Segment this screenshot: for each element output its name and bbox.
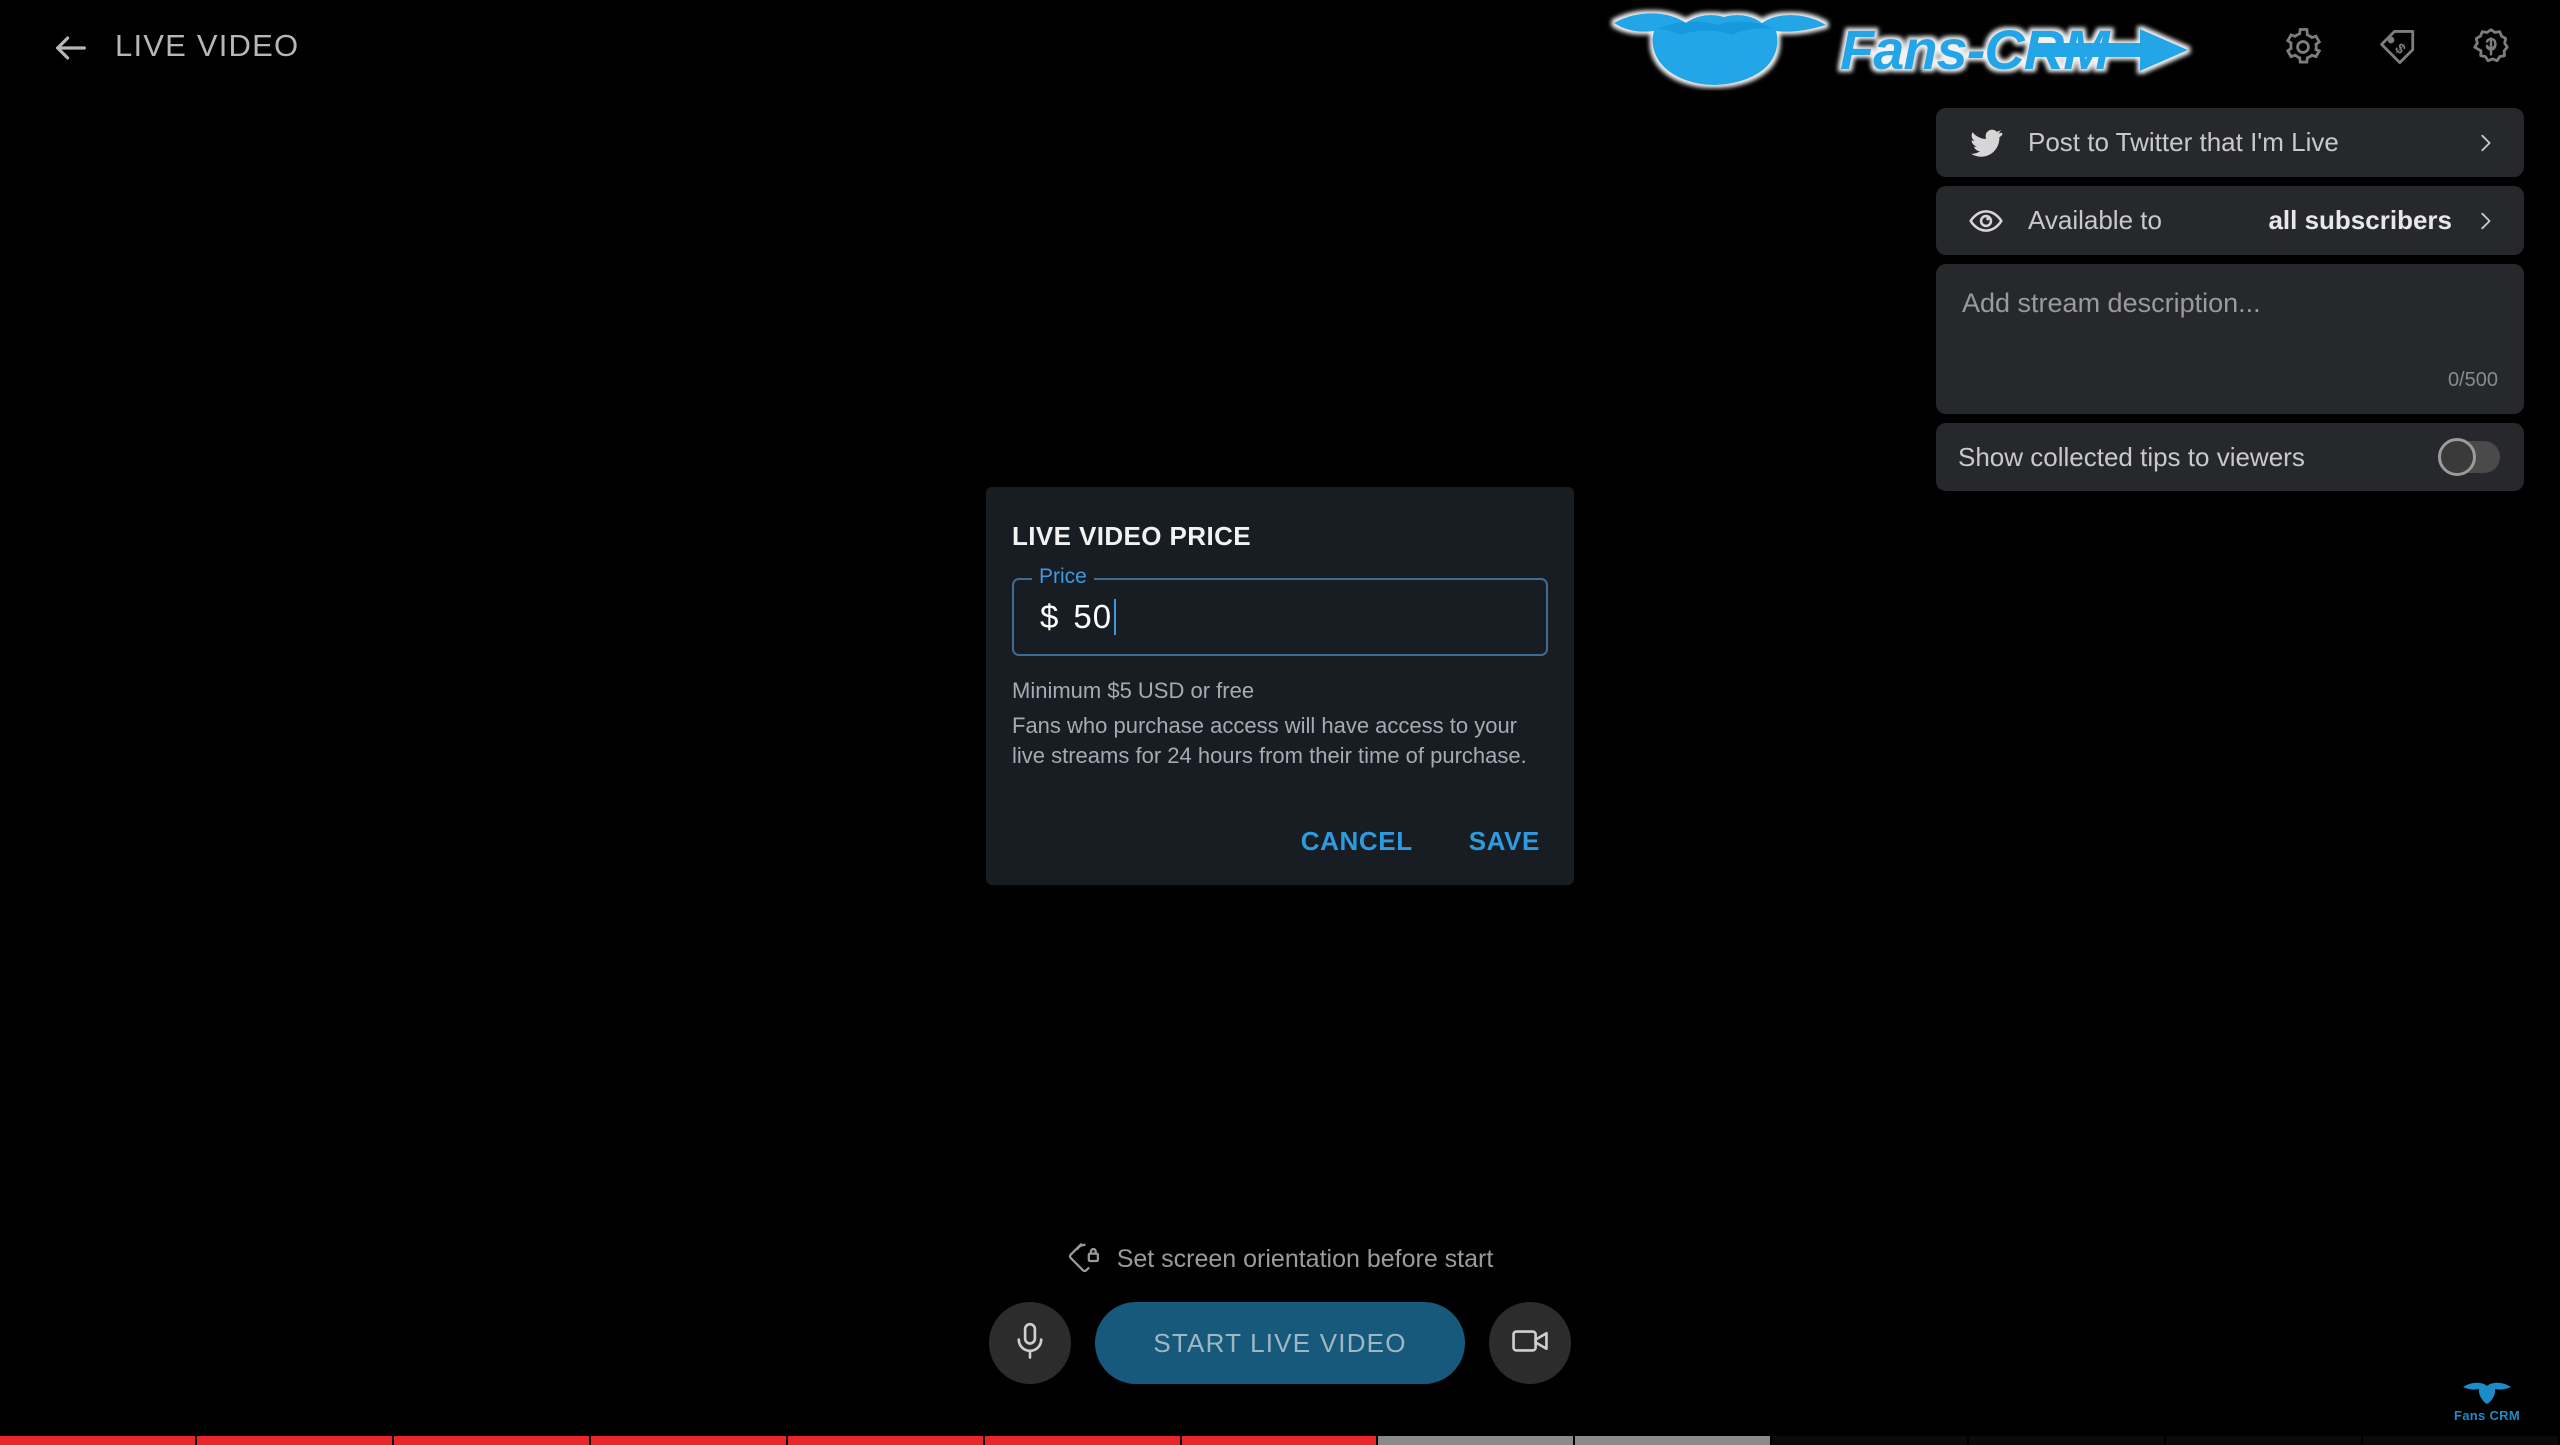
orientation-hint: Set screen orientation before start [0, 1240, 2560, 1279]
progress-segment [1378, 1436, 1576, 1445]
show-tips-toggle[interactable] [2438, 438, 2500, 476]
stream-description-field[interactable]: Add stream description... 0/500 [1936, 264, 2524, 414]
available-to-value: all subscribers [2268, 205, 2452, 235]
screen-rotation-lock-icon [1067, 1240, 1101, 1279]
cancel-button[interactable]: CANCEL [1301, 826, 1413, 857]
fans-crm-watermark-text: Fans CRM [2454, 1408, 2520, 1423]
progress-segment [1969, 1436, 2167, 1445]
stream-settings-panel: Post to Twitter that I'm Live Available … [1936, 108, 2524, 500]
available-to-row[interactable]: Available to all subscribers [1936, 186, 2524, 255]
orientation-hint-text: Set screen orientation before start [1116, 1245, 1494, 1273]
toggle-knob [2438, 438, 2476, 476]
post-to-twitter-label: Post to Twitter that I'm Live [2028, 127, 2339, 157]
progress-segment [0, 1436, 197, 1445]
fans-crm-bird-icon [2442, 1381, 2532, 1407]
stream-description-counter: 0/500 [2447, 369, 2498, 391]
save-button[interactable]: SAVE [1469, 826, 1540, 857]
progress-segment [1772, 1436, 1970, 1445]
progress-segment [1575, 1436, 1773, 1445]
progress-segment [393, 1436, 591, 1445]
price-input[interactable]: $ 50 [1012, 578, 1548, 656]
progress-segment [196, 1436, 394, 1445]
progress-bar[interactable] [0, 1436, 2560, 1445]
dialog-actions: CANCEL SAVE [1301, 826, 1540, 857]
price-field-label: Price [1032, 565, 1094, 589]
video-camera-icon [1509, 1320, 1551, 1367]
progress-segment [1181, 1436, 1379, 1445]
price-currency-symbol: $ [1040, 598, 1060, 635]
helper-line-2: Fans who purchase access will have acces… [1012, 713, 1527, 768]
show-tips-row[interactable]: Show collected tips to viewers [1936, 423, 2524, 491]
dialog-title: LIVE VIDEO PRICE [1012, 521, 1252, 551]
progress-segment [2363, 1436, 2560, 1445]
camera-button[interactable] [1489, 1302, 1571, 1384]
stream-description-placeholder: Add stream description... [1962, 288, 2261, 318]
earnings-badge-icon[interactable] [2468, 24, 2514, 70]
settings-gear-icon[interactable] [2280, 24, 2326, 70]
arrow-back-icon[interactable] [45, 22, 97, 74]
fans-crm-watermark: Fans CRM [2442, 1381, 2532, 1423]
microphone-icon [1009, 1320, 1051, 1367]
helper-line-1: Minimum $5 USD or free [1012, 678, 1255, 703]
chevron-right-icon [2474, 205, 2496, 237]
show-tips-label: Show collected tips to viewers [1958, 441, 2305, 472]
progress-segment [590, 1436, 788, 1445]
price-value: 50 [1073, 598, 1113, 635]
top-bar-icons: $ [2280, 24, 2514, 70]
page-title: LIVE VIDEO [115, 28, 300, 63]
start-live-video-label: START LIVE VIDEO [1153, 1327, 1407, 1358]
top-app-bar: LIVE VIDEO Fans-CRM $ [0, 0, 2560, 95]
text-cursor [1114, 599, 1117, 635]
post-to-twitter-row[interactable]: Post to Twitter that I'm Live [1936, 108, 2524, 177]
progress-segment [2166, 1436, 2364, 1445]
progress-segment [787, 1436, 985, 1445]
live-video-screen: LIVE VIDEO Fans-CRM $ Post to Twitter th… [0, 0, 2560, 1445]
price-field-wrapper: Price $ 50 [1012, 565, 1548, 656]
live-video-price-dialog: LIVE VIDEO PRICE Price $ 50 Minimum $5 U… [986, 487, 1574, 885]
fans-crm-logo: Fans-CRM [1600, 3, 2210, 91]
start-live-video-button[interactable]: START LIVE VIDEO [1095, 1302, 1465, 1384]
microphone-button[interactable] [989, 1302, 1071, 1384]
progress-segment [984, 1436, 1182, 1445]
eye-icon [1964, 199, 2008, 243]
price-helper-text: Minimum $5 USD or free Fans who purchase… [1012, 676, 1548, 770]
price-tag-icon[interactable]: $ [2374, 24, 2420, 70]
bottom-controls: START LIVE VIDEO [0, 1302, 2560, 1384]
twitter-bird-icon [1964, 121, 2008, 165]
chevron-right-icon [2474, 127, 2496, 159]
available-to-label: Available to [2028, 205, 2162, 235]
